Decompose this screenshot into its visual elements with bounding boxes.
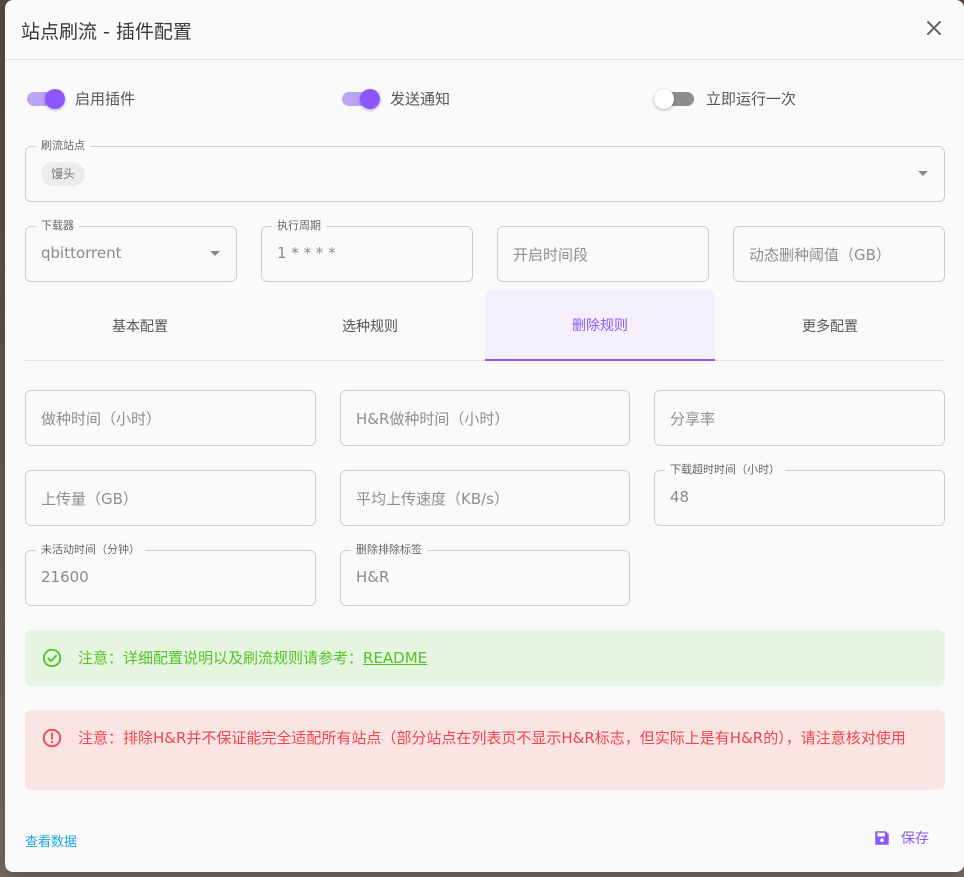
switch-knob [654, 88, 674, 109]
tab-selection-rules[interactable]: 选种规则 [255, 290, 485, 361]
upload-size-field[interactable]: 上传量（GB） [25, 470, 316, 526]
time-range-placeholder: 开启时间段 [513, 246, 589, 264]
hr-seed-time-field[interactable]: H&R做种时间（小时） [340, 390, 630, 446]
download-timeout-value: 48 [670, 488, 690, 506]
share-ratio-placeholder: 分享率 [670, 410, 716, 428]
tab-more-config[interactable]: 更多配置 [715, 290, 945, 361]
view-data-link[interactable]: 查看数据 [25, 831, 77, 850]
check-circle-icon [42, 648, 62, 668]
download-timeout-field[interactable]: 下载超时时间（小时） 48 [654, 463, 945, 526]
hr-seed-time-placeholder: H&R做种时间（小时） [356, 410, 510, 428]
enable-plugin-switch[interactable]: 启用插件 [27, 88, 135, 109]
switch-row: 启用插件 发送通知 立即运行一次 [5, 88, 964, 118]
readme-link[interactable]: README [363, 649, 427, 667]
downloader-value: qbittorrent [41, 244, 122, 262]
seed-time-field[interactable]: 做种时间（小时） [25, 390, 316, 446]
switch-knob [45, 88, 65, 109]
warning-alert-text: 注意：排除H&R并不保证能完全适配所有站点（部分站点在列表页不显示H&R标志，但… [78, 729, 906, 747]
cron-value: 1 * * * * [277, 244, 336, 262]
cron-field[interactable]: 执行周期 1 * * * * [261, 219, 473, 282]
chevron-down-icon[interactable] [918, 171, 928, 176]
avg-upload-speed-placeholder: 平均上传速度（KB/s） [356, 490, 509, 508]
switch-label: 发送通知 [390, 90, 451, 108]
site-chip[interactable]: 馒头 [41, 162, 86, 186]
downloader-select[interactable]: 下载器 qbittorrent [25, 219, 237, 282]
downloader-label: 下载器 [36, 219, 79, 233]
exclude-tags-label: 删除排除标签 [351, 543, 427, 557]
close-icon[interactable] [922, 16, 946, 40]
cron-label: 执行周期 [272, 219, 326, 233]
save-button[interactable]: 保存 [873, 828, 929, 848]
switch-track [342, 88, 380, 109]
tab-delete-rules[interactable]: 删除规则 [485, 290, 715, 361]
delete-threshold-placeholder: 动态删种阈值（GB） [749, 246, 891, 264]
dialog-title: 站点刷流 - 插件配置 [21, 21, 192, 43]
send-notification-switch[interactable]: 发送通知 [342, 88, 450, 109]
inactive-time-value: 21600 [41, 568, 89, 586]
run-once-switch[interactable]: 立即运行一次 [654, 88, 797, 109]
site-select-label: 刷流站点 [36, 139, 90, 153]
exclude-tags-value: H&R [356, 568, 390, 586]
seed-time-placeholder: 做种时间（小时） [41, 410, 162, 428]
download-timeout-label: 下载超时时间（小时） [665, 463, 785, 477]
readme-info-alert: 注意：详细配置说明以及刷流规则请参考：README [25, 630, 945, 686]
alert-circle-icon [42, 728, 62, 748]
inactive-time-field[interactable]: 未活动时间（分钟） 21600 [25, 543, 316, 606]
site-select[interactable]: 刷流站点 馒头 [25, 139, 945, 202]
switch-label: 启用插件 [75, 90, 136, 108]
exclude-tags-field[interactable]: 删除排除标签 H&R [340, 543, 630, 606]
switch-knob [360, 88, 380, 109]
switch-track [27, 88, 65, 109]
save-icon [875, 831, 889, 845]
config-tabs: 基本配置 选种规则 删除规则 更多配置 [25, 290, 945, 361]
upload-size-placeholder: 上传量（GB） [41, 490, 138, 508]
tab-basic-config[interactable]: 基本配置 [25, 290, 255, 361]
plugin-config-dialog: 站点刷流 - 插件配置 启用插件 发送通知 立即运行一次 刷流站点 馒头 下载器… [5, 0, 964, 872]
info-alert-message: 注意：详细配置说明以及刷流规则请参考： [78, 649, 364, 667]
switch-track [654, 88, 694, 109]
dialog-header: 站点刷流 - 插件配置 [5, 0, 964, 60]
delete-threshold-field[interactable]: 动态删种阈值（GB） [733, 226, 945, 282]
chevron-down-icon[interactable] [210, 251, 220, 256]
save-button-label: 保存 [901, 831, 929, 847]
share-ratio-field[interactable]: 分享率 [654, 390, 945, 446]
hr-warning-alert: 注意：排除H&R并不保证能完全适配所有站点（部分站点在列表页不显示H&R标志，但… [25, 710, 945, 790]
switch-label: 立即运行一次 [706, 90, 797, 108]
inactive-time-label: 未活动时间（分钟） [36, 543, 145, 557]
info-alert-text: 注意：详细配置说明以及刷流规则请参考：README [78, 646, 925, 670]
time-range-field[interactable]: 开启时间段 [497, 226, 709, 282]
avg-upload-speed-field[interactable]: 平均上传速度（KB/s） [340, 470, 630, 526]
